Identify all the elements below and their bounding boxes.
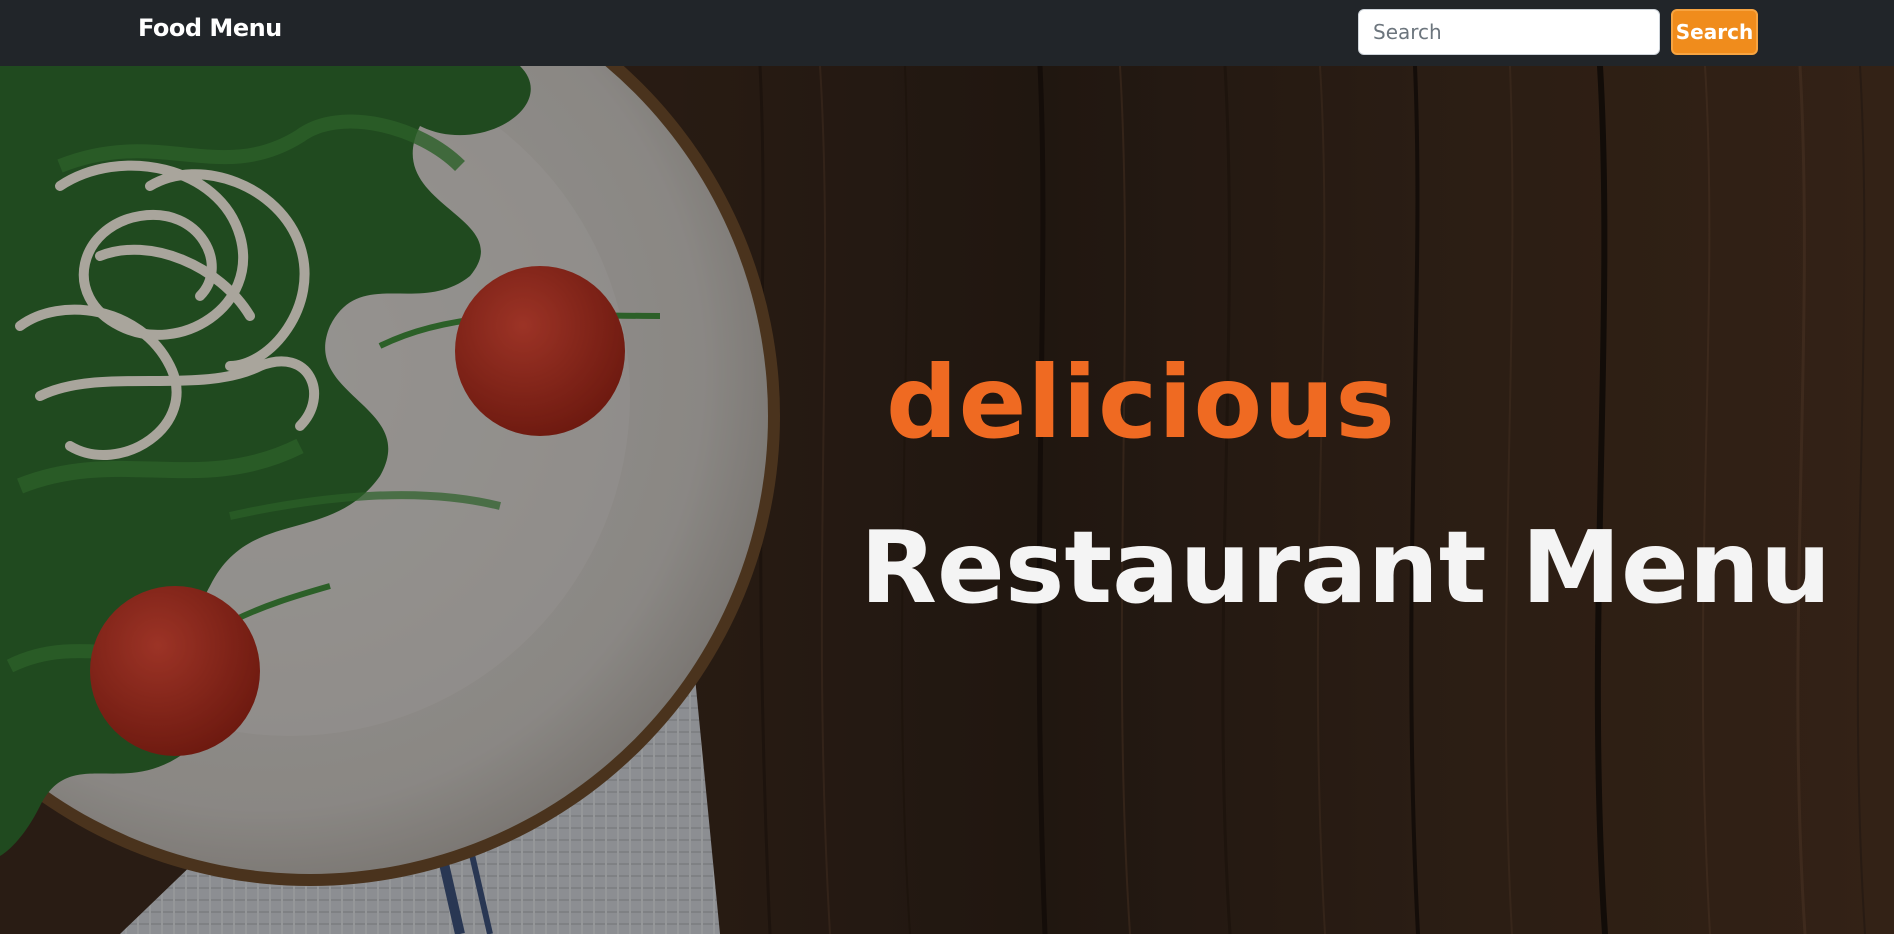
brand-link[interactable]: Food Menu (138, 14, 282, 42)
hero-section: delicious Restaurant Menu (0, 66, 1894, 934)
search-input[interactable] (1358, 9, 1660, 55)
search-button[interactable]: Search (1671, 9, 1758, 55)
hero-overlay (0, 66, 1894, 934)
hero-tagline: delicious (886, 344, 1396, 461)
hero-title: Restaurant Menu (860, 509, 1832, 626)
navbar: Food Menu Search (0, 0, 1894, 66)
